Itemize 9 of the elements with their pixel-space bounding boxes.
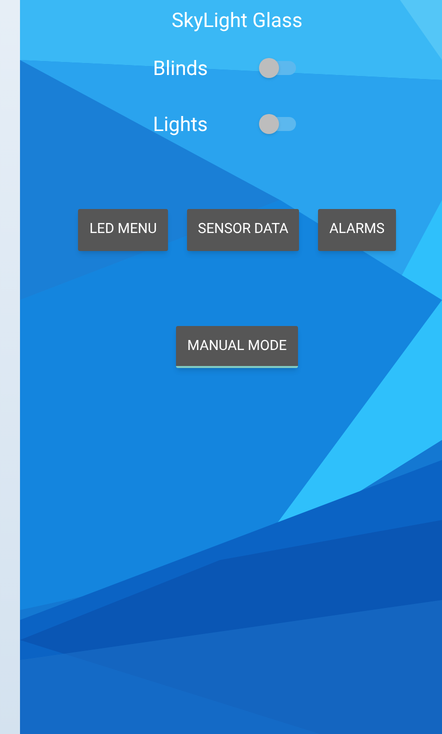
menu-button[interactable]: LED MENU — [78, 209, 168, 251]
toggle-switch[interactable] — [259, 114, 296, 134]
menu-button[interactable]: ALARMS — [318, 209, 396, 251]
switch-label: Lights — [153, 111, 209, 138]
app-title: SkyLight Glass — [172, 7, 302, 33]
switch-label: Blinds — [153, 55, 209, 82]
toggle-switch[interactable] — [259, 58, 296, 78]
menu-button[interactable]: SENSOR DATA — [186, 209, 300, 251]
menu-button[interactable]: MANUAL MODE — [176, 326, 298, 368]
